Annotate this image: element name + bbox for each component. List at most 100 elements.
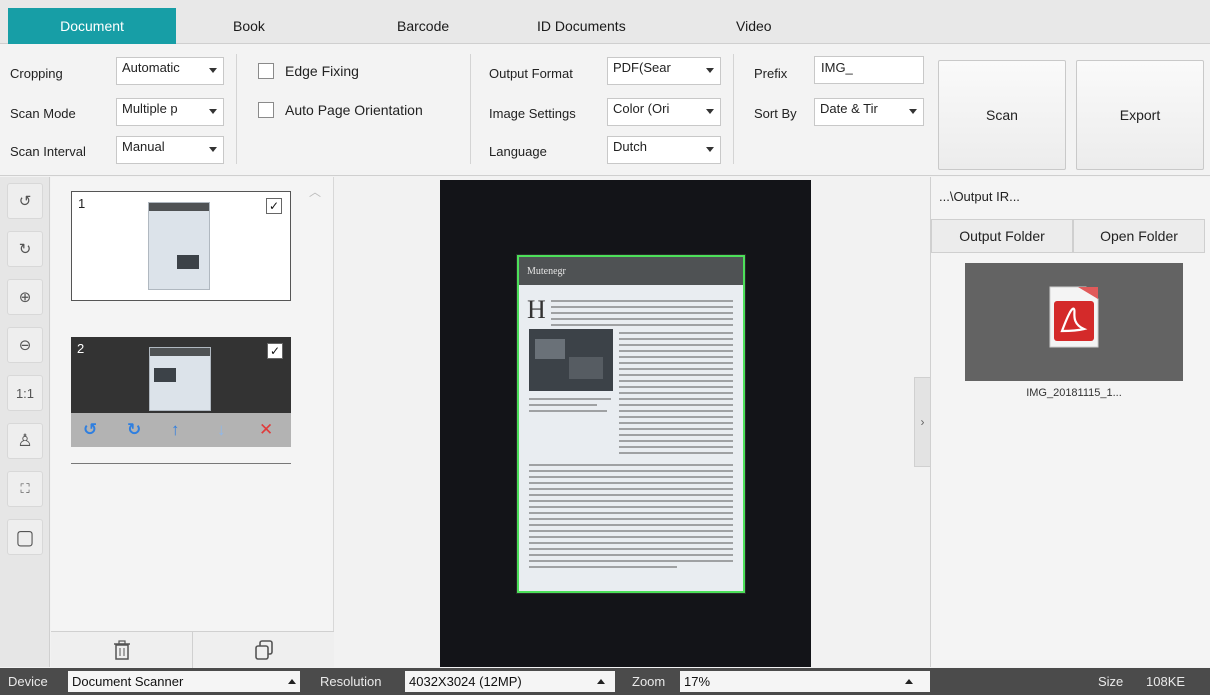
image-tools-column: ↺ ↻ ⊕ ⊖ 1:1 ♙ ⛶ ▢ xyxy=(0,177,50,667)
tab-id-documents[interactable]: ID Documents xyxy=(537,9,626,44)
cropping-value: Automatic xyxy=(122,60,180,75)
scan-preview-area: Mutenegr H › xyxy=(334,177,930,667)
chevron-up-icon xyxy=(597,679,605,684)
language-label: Language xyxy=(489,144,547,159)
move-down-icon[interactable]: ↓ xyxy=(217,420,226,440)
toolbar-divider xyxy=(733,54,734,164)
thumbnail-panel: ︿ 1 ✓ 2 ✓ ↺ ↻ ↑ ↓ ✕ xyxy=(51,177,334,668)
auto-orientation-checkbox[interactable] xyxy=(258,102,274,118)
mode-tab-bar: Document Book Barcode ID Documents Video xyxy=(0,0,1210,44)
tab-document[interactable]: Document xyxy=(8,8,176,44)
scan-interval-select[interactable]: Manual xyxy=(116,136,224,164)
chevron-down-icon xyxy=(209,109,217,114)
cropping-label: Cropping xyxy=(10,66,63,81)
fit-icon[interactable]: ⛶ xyxy=(7,471,43,507)
chevron-down-icon xyxy=(209,147,217,152)
output-format-select[interactable]: PDF(Sear xyxy=(607,57,721,85)
scan-options-toolbar: Cropping Automatic Scan Mode Multiple p … xyxy=(0,44,1210,176)
rotate-right-icon[interactable]: ↻ xyxy=(127,420,141,440)
status-bar: Device Document Scanner Resolution 4032X… xyxy=(0,668,1210,695)
output-format-value: PDF(Sear xyxy=(613,60,671,75)
toolbar-divider xyxy=(470,54,471,164)
zoom-value: 17% xyxy=(684,674,711,689)
move-up-icon[interactable]: ↑ xyxy=(171,420,180,440)
thumbnail-checkbox[interactable]: ✓ xyxy=(266,198,282,214)
document-title: Mutenegr xyxy=(519,257,743,285)
trash-icon[interactable] xyxy=(51,632,193,668)
chevron-down-icon xyxy=(706,147,714,152)
output-format-label: Output Format xyxy=(489,66,573,81)
output-panel: ...\Output IR... Output Folder Open Fold… xyxy=(930,177,1210,667)
chevron-up-icon xyxy=(288,679,296,684)
size-value: 108KE xyxy=(1146,674,1186,689)
output-file-thumbnail[interactable] xyxy=(965,263,1183,381)
zoom-label: Zoom xyxy=(632,674,666,689)
scan-button[interactable]: Scan xyxy=(938,60,1066,170)
camera-preview[interactable]: Mutenegr H xyxy=(440,180,811,667)
cropping-select[interactable]: Automatic xyxy=(116,57,224,85)
toolbar-divider xyxy=(236,54,237,164)
thumbnail-action-bar: ↺ ↻ ↑ ↓ ✕ xyxy=(71,413,291,447)
sort-by-label: Sort By xyxy=(754,106,797,121)
chevron-down-icon xyxy=(706,109,714,114)
image-settings-label: Image Settings xyxy=(489,106,576,121)
panel-collapse-toggle[interactable]: › xyxy=(914,377,930,467)
output-file-name: IMG_20181115_1... xyxy=(1026,387,1122,399)
scroll-up-icon[interactable]: ︿ xyxy=(309,183,321,200)
scan-mode-label: Scan Mode xyxy=(10,106,76,121)
rotate-left-icon[interactable]: ↺ xyxy=(83,420,97,440)
document-text-block xyxy=(529,300,733,568)
device-select[interactable]: Document Scanner xyxy=(68,671,300,692)
chevron-up-icon xyxy=(905,679,913,684)
resolution-label: Resolution xyxy=(320,674,382,689)
tab-video[interactable]: Video xyxy=(736,9,772,44)
resolution-select[interactable]: 4032X3024 (12MP) xyxy=(405,671,615,692)
device-label: Device xyxy=(8,674,48,689)
crop-icon[interactable]: ▢ xyxy=(7,519,43,555)
page-preview-image xyxy=(149,347,211,411)
actual-size-icon[interactable]: 1:1 xyxy=(7,375,43,411)
delete-icon[interactable]: ✕ xyxy=(259,420,273,440)
thumbnail-number: 1 xyxy=(78,196,86,211)
tab-barcode[interactable]: Barcode xyxy=(397,9,449,44)
sort-by-select[interactable]: Date & Tir xyxy=(814,98,924,126)
page-preview-image xyxy=(148,202,210,290)
thumbnail-size-slider[interactable] xyxy=(71,463,291,471)
open-folder-button[interactable]: Open Folder xyxy=(1073,219,1205,253)
output-path: ...\Output IR... xyxy=(939,189,1020,204)
output-folder-button[interactable]: Output Folder xyxy=(931,219,1073,253)
rotate-left-icon[interactable]: ↺ xyxy=(7,183,43,219)
scan-mode-select[interactable]: Multiple p xyxy=(116,98,224,126)
thumbnail-bottom-bar xyxy=(51,631,334,668)
image-settings-value: Color (Ori xyxy=(613,101,670,116)
image-settings-select[interactable]: Color (Ori xyxy=(607,98,721,126)
edge-fixing-label: Edge Fixing xyxy=(285,63,359,79)
chevron-down-icon xyxy=(209,68,217,73)
prefix-input[interactable]: IMG_ xyxy=(814,56,924,84)
thumbnail-number: 2 xyxy=(77,341,85,356)
language-select[interactable]: Dutch xyxy=(607,136,721,164)
scan-interval-value: Manual xyxy=(122,139,165,154)
device-value: Document Scanner xyxy=(72,674,184,689)
thumbnail-page-2[interactable]: 2 ✓ ↺ ↻ ↑ ↓ ✕ xyxy=(71,337,291,447)
export-button[interactable]: Export xyxy=(1076,60,1204,170)
pdf-file-icon xyxy=(1049,286,1099,348)
chevron-down-icon xyxy=(909,109,917,114)
resolution-value: 4032X3024 (12MP) xyxy=(409,674,522,689)
language-value: Dutch xyxy=(613,139,647,154)
edge-fixing-checkbox[interactable] xyxy=(258,63,274,79)
zoom-out-icon[interactable]: ⊖ xyxy=(7,327,43,363)
zoom-in-icon[interactable]: ⊕ xyxy=(7,279,43,315)
auto-orientation-label: Auto Page Orientation xyxy=(285,102,423,118)
detected-document: Mutenegr H xyxy=(517,255,745,593)
stamp-icon[interactable]: ♙ xyxy=(7,423,43,459)
zoom-select[interactable]: 17% xyxy=(680,671,930,692)
rotate-right-icon[interactable]: ↻ xyxy=(7,231,43,267)
prefix-label: Prefix xyxy=(754,66,788,81)
thumbnail-checkbox[interactable]: ✓ xyxy=(267,343,283,359)
chevron-down-icon xyxy=(706,68,714,73)
tab-book[interactable]: Book xyxy=(233,9,265,44)
copy-icon[interactable] xyxy=(193,632,334,668)
scan-mode-value: Multiple p xyxy=(122,101,178,116)
thumbnail-page-1[interactable]: 1 ✓ xyxy=(71,191,291,301)
